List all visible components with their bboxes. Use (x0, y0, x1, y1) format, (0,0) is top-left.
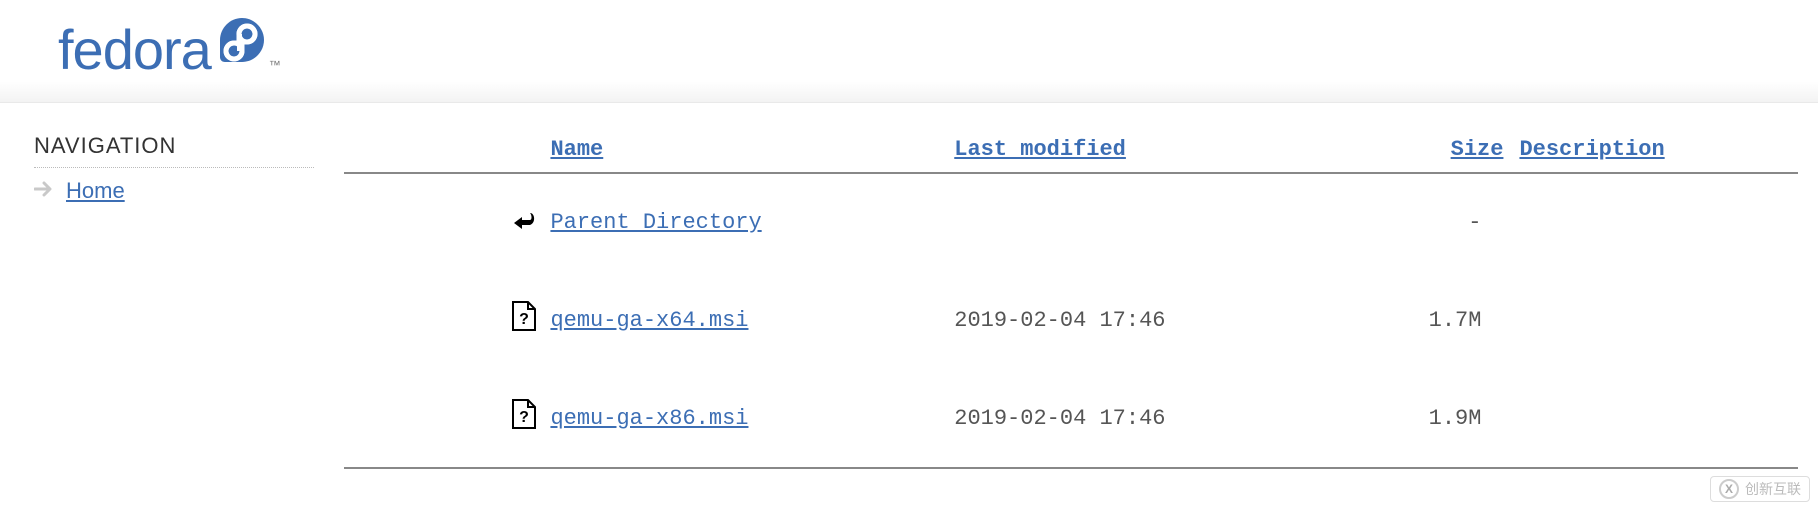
row-desc-cell (1511, 174, 1798, 271)
col-icon (344, 133, 542, 173)
main-content: NAVIGATION Home Name Last modified Size … (0, 103, 1818, 469)
col-size[interactable]: Size (1350, 133, 1511, 173)
row-name-link[interactable]: Parent Directory (550, 210, 761, 235)
nav-title: NAVIGATION (34, 133, 314, 168)
row-modified-cell: 2019-02-04 17:46 (946, 369, 1350, 468)
fedora-bubble-icon (217, 16, 267, 66)
row-size-cell: - (1350, 174, 1511, 271)
sidebar-item-home[interactable]: Home (34, 178, 314, 204)
table-row: Parent Directory - (344, 174, 1798, 271)
watermark-label: 创新互联 (1745, 479, 1801, 499)
row-icon-cell: ? (344, 369, 542, 468)
arrow-right-icon (34, 178, 56, 204)
svg-text:?: ? (520, 409, 530, 426)
row-name-link[interactable]: qemu-ga-x64.msi (550, 308, 748, 333)
row-name-cell: Parent Directory (542, 174, 946, 271)
col-size-link[interactable]: Size (1451, 137, 1504, 162)
back-icon (510, 205, 538, 233)
header: fedora ™ (0, 0, 1818, 103)
row-name-link[interactable]: qemu-ga-x86.msi (550, 406, 748, 431)
watermark: X 创新互联 (1710, 476, 1810, 502)
col-description-link[interactable]: Description (1519, 137, 1664, 162)
unknown-file-icon: ? (510, 302, 538, 330)
svg-text:?: ? (520, 311, 530, 328)
row-size-cell: 1.7M (1350, 271, 1511, 369)
col-description[interactable]: Description (1511, 133, 1798, 173)
row-icon-cell: ? (344, 271, 542, 369)
sidebar: NAVIGATION Home (34, 133, 314, 469)
row-name-cell: qemu-ga-x86.msi (542, 369, 946, 468)
col-name-link[interactable]: Name (550, 137, 603, 162)
table-row: ? qemu-ga-x86.msi 2019-02-04 17:46 1.9M (344, 369, 1798, 468)
unknown-file-icon: ? (510, 400, 538, 428)
sidebar-item-label[interactable]: Home (66, 178, 125, 204)
brand-name: fedora (58, 22, 211, 78)
listing-table: Name Last modified Size Description (344, 133, 1798, 469)
row-desc-cell (1511, 369, 1798, 468)
col-modified-link[interactable]: Last modified (954, 137, 1126, 162)
row-modified-cell (946, 174, 1350, 271)
watermark-icon: X (1719, 479, 1739, 499)
row-modified-cell: 2019-02-04 17:46 (946, 271, 1350, 369)
row-name-cell: qemu-ga-x64.msi (542, 271, 946, 369)
col-modified[interactable]: Last modified (946, 133, 1350, 173)
row-desc-cell (1511, 271, 1798, 369)
directory-listing: Name Last modified Size Description (344, 133, 1798, 469)
trademark-icon: ™ (269, 58, 280, 72)
fedora-logo: fedora ™ (58, 22, 1818, 78)
row-size-cell: 1.9M (1350, 369, 1511, 468)
col-name[interactable]: Name (542, 133, 946, 173)
header-row: Name Last modified Size Description (344, 133, 1798, 173)
table-row: ? qemu-ga-x64.msi 2019-02-04 17:46 1.7M (344, 271, 1798, 369)
row-icon-cell (344, 174, 542, 271)
